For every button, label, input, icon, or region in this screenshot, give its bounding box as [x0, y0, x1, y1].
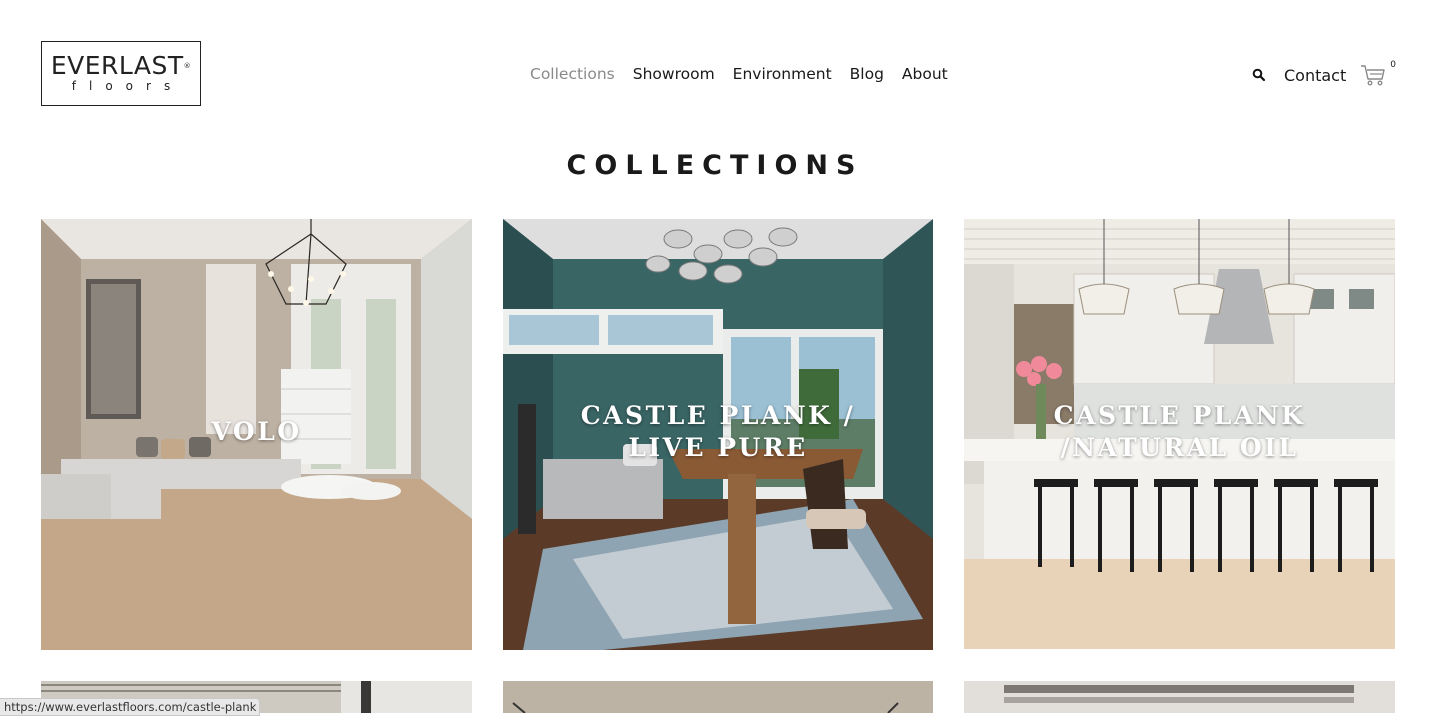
collection-tile-row2-2[interactable] [503, 681, 933, 713]
nav-item-environment[interactable]: Environment [733, 63, 832, 85]
nav-item-about[interactable]: About [902, 63, 948, 85]
main-nav: Collections Showroom Environment Blog Ab… [530, 63, 966, 85]
cart-icon [1361, 65, 1385, 86]
nav-item-collections[interactable]: Collections [530, 63, 615, 85]
nav-item-blog[interactable]: Blog [850, 63, 884, 85]
page-title: COLLECTIONS [566, 150, 864, 181]
logo-registered-mark: ® [183, 62, 192, 70]
logo-brand: EVERLAST [50, 51, 184, 80]
header-tools: Contact 0 [1252, 60, 1396, 87]
browser-status-url: https://www.everlastfloors.com/castle-pl… [0, 698, 260, 716]
contact-link[interactable]: Contact [1284, 66, 1346, 85]
collection-label-castle-plank-natural-oil: CASTLE PLANK /NATURAL OIL [1053, 401, 1306, 462]
logo-subtitle: floors [71, 79, 184, 93]
collection-tile-castle-plank-natural-oil[interactable]: CASTLE PLANK /NATURAL OIL [964, 219, 1395, 649]
collection-label-volo: VOLO [211, 417, 302, 446]
search-icon[interactable] [1252, 68, 1266, 82]
collection-image-row2-3 [964, 681, 1395, 713]
collection-tile-row2-3[interactable] [964, 681, 1395, 713]
cart-count-badge: 0 [1390, 60, 1396, 70]
collection-tile-volo[interactable]: VOLO [41, 219, 472, 650]
collection-image-row2-2 [503, 681, 933, 713]
collection-label-castle-plank-live-pure: CASTLE PLANK / LIVE PURE [580, 401, 856, 462]
nav-item-showroom[interactable]: Showroom [633, 63, 715, 85]
site-logo[interactable]: EVERLAST® floors [41, 41, 201, 106]
cart-button[interactable]: 0 [1360, 60, 1396, 87]
collection-tile-castle-plank-live-pure[interactable]: CASTLE PLANK / LIVE PURE [503, 219, 933, 650]
